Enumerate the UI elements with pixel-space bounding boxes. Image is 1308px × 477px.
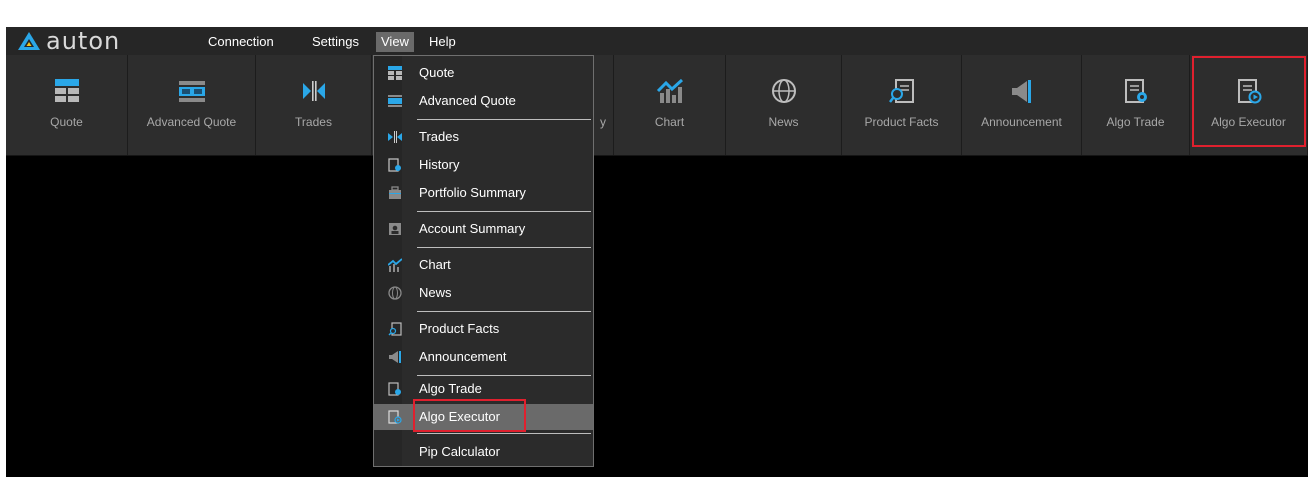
history-icon	[388, 158, 401, 172]
logo-icon	[18, 32, 40, 50]
toolbar-product-facts-button[interactable]: Product Facts	[842, 55, 962, 155]
highlight-toolbar-algo-executor	[1192, 56, 1306, 147]
quote-icon	[388, 66, 402, 80]
quote-icon	[54, 79, 79, 102]
announcement-icon	[389, 351, 401, 363]
menu-settings[interactable]: Settings	[307, 32, 364, 52]
toolbar-quote-button[interactable]: Quote	[6, 55, 128, 155]
view-menu-label-pip-calculator: Pip Calculator	[419, 444, 500, 459]
view-menu-item-announcement[interactable]: Announcement	[374, 344, 593, 370]
view-menu-item-product-facts[interactable]: Product Facts	[374, 316, 593, 342]
view-menu-label-advanced-quote: Advanced Quote	[419, 93, 516, 108]
menu-separator	[417, 119, 591, 120]
view-menu-item-account-summary[interactable]: Account Summary	[374, 216, 593, 242]
news-icon	[771, 79, 796, 103]
view-menu-item-trades[interactable]: Trades	[374, 124, 593, 150]
logo-text: auton	[46, 27, 121, 55]
menu-connection[interactable]: Connection	[203, 32, 279, 52]
toolbar-chart-button[interactable]: Chart	[614, 55, 726, 155]
algo-trade-icon	[388, 382, 401, 396]
toolbar: Quote Advanced Quote Trades y Chart News…	[6, 55, 1308, 156]
view-menu-label-announcement: Announcement	[419, 349, 507, 364]
trades-icon	[302, 81, 325, 101]
toolbar-algo-trade-label: Algo Trade	[1106, 115, 1165, 129]
menu-bar: auton Connection Settings View Help	[6, 27, 1308, 55]
toolbar-product-facts-label: Product Facts	[864, 115, 939, 129]
algo-executor-icon	[388, 410, 402, 424]
toolbar-algo-trade-button[interactable]: Algo Trade	[1082, 55, 1190, 155]
product-facts-icon	[888, 79, 914, 103]
toolbar-news-button[interactable]: News	[726, 55, 842, 155]
toolbar-quote-label: Quote	[50, 115, 83, 129]
view-menu-item-pip-calculator[interactable]: Pip Calculator	[374, 439, 593, 465]
app-window: auton Connection Settings View Help Quot…	[6, 27, 1308, 477]
view-menu-item-quote[interactable]: Quote	[374, 60, 593, 86]
view-menu-label-trades: Trades	[419, 129, 459, 144]
view-menu-label-chart: Chart	[419, 257, 451, 272]
chart-icon	[656, 78, 683, 103]
menu-separator	[417, 211, 591, 212]
toolbar-announcement-button[interactable]: Announcement	[962, 55, 1082, 155]
workspace-area	[6, 156, 1308, 477]
toolbar-announcement-label: Announcement	[981, 115, 1062, 129]
news-icon	[388, 286, 402, 300]
product-facts-icon	[388, 322, 402, 336]
view-menu-item-advanced-quote[interactable]: Advanced Quote	[374, 88, 593, 114]
toolbar-advanced-quote-button[interactable]: Advanced Quote	[128, 55, 256, 155]
menu-separator	[417, 247, 591, 248]
view-menu-label-product-facts: Product Facts	[419, 321, 500, 336]
view-menu-label-quote: Quote	[419, 65, 455, 80]
menu-view[interactable]: View	[376, 32, 414, 52]
menu-separator	[417, 433, 591, 434]
toolbar-chart-label: Chart	[654, 115, 685, 129]
view-menu-item-portfolio-summary[interactable]: Portfolio Summary	[374, 180, 593, 206]
view-menu-label-history: History	[419, 157, 460, 172]
view-menu-label-news: News	[419, 285, 452, 300]
highlight-menu-algo-executor	[413, 399, 526, 432]
chart-icon	[388, 258, 402, 272]
toolbar-partial-label: y	[600, 115, 606, 129]
trades-icon	[388, 131, 402, 143]
menu-help[interactable]: Help	[424, 32, 461, 52]
view-menu-label-account-summary: Account Summary	[419, 221, 526, 236]
toolbar-advanced-quote-label: Advanced Quote	[146, 115, 237, 129]
app-logo: auton	[18, 27, 121, 55]
toolbar-trades-button[interactable]: Trades	[256, 55, 372, 155]
advanced-quote-icon	[388, 95, 402, 107]
advanced-quote-icon	[178, 81, 205, 102]
view-menu-item-chart[interactable]: Chart	[374, 252, 593, 278]
toolbar-trades-label: Trades	[295, 115, 332, 129]
view-menu-label-portfolio-summary: Portfolio Summary	[419, 185, 526, 200]
toolbar-news-label: News	[768, 115, 799, 129]
announcement-icon	[1011, 80, 1031, 103]
account-summary-icon	[389, 223, 401, 235]
algo-trade-icon	[1124, 79, 1147, 103]
view-menu-item-news[interactable]: News	[374, 280, 593, 306]
menu-separator	[417, 311, 591, 312]
view-menu-label-algo-trade: Algo Trade	[419, 381, 482, 396]
portfolio-icon	[389, 186, 401, 199]
view-menu-item-history[interactable]: History	[374, 152, 593, 178]
